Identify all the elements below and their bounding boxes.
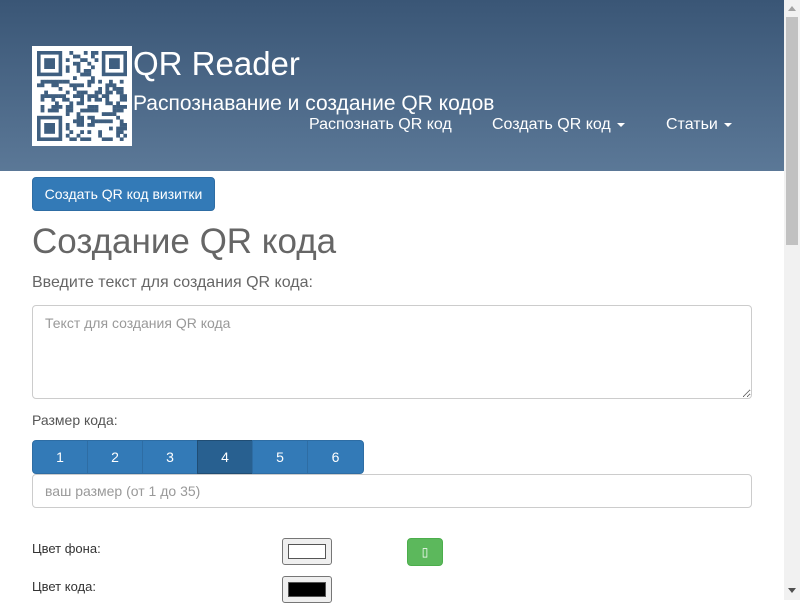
size-label: Размер кода:	[32, 412, 118, 428]
size-button-4[interactable]: 4	[197, 440, 253, 474]
qr-text-label: Введите текст для создания QR кода:	[32, 274, 313, 291]
size-button-5[interactable]: 5	[252, 440, 308, 474]
nav-articles-dropdown[interactable]: Статьи	[666, 115, 732, 135]
nav-articles-label: Статьи	[666, 116, 718, 133]
page-scrollbar[interactable]	[784, 0, 800, 600]
size-button-6[interactable]: 6	[307, 440, 364, 474]
bg-color-swatch	[288, 544, 326, 559]
size-button-1[interactable]: 1	[32, 440, 88, 474]
site-subtitle: Распознавание и создание QR кодов	[133, 92, 495, 115]
scrollbar-thumb[interactable]	[786, 17, 798, 245]
nav-recognize-qr[interactable]: Распознать QR код	[309, 115, 452, 135]
custom-size-input[interactable]	[32, 474, 752, 508]
scroll-up-arrow-icon[interactable]	[788, 6, 796, 11]
nav-create-qr-dropdown[interactable]: Создать QR код	[492, 115, 625, 135]
scroll-down-arrow-icon[interactable]	[788, 588, 796, 593]
apply-color-button[interactable]: ▯	[407, 538, 443, 566]
site-title[interactable]: QR Reader	[133, 44, 300, 84]
qr-text-input[interactable]	[32, 305, 752, 399]
nav-recognize-label: Распознать QR код	[309, 116, 452, 133]
size-button-3[interactable]: 3	[142, 440, 198, 474]
create-vcard-qr-button[interactable]: Создать QR код визитки	[32, 177, 215, 211]
size-button-2[interactable]: 2	[87, 440, 143, 474]
code-color-swatch	[288, 582, 326, 597]
size-button-group: 1 2 3 4 5 6	[32, 440, 364, 474]
code-color-label: Цвет кода:	[32, 579, 96, 594]
caret-down-icon	[616, 122, 625, 127]
code-color-picker[interactable]	[282, 576, 332, 603]
qr-code-icon[interactable]	[32, 46, 132, 146]
site-header: QR Reader Распознавание и создание QR ко…	[0, 0, 784, 171]
bg-color-label: Цвет фона:	[32, 541, 101, 556]
page-title: Создание QR кода	[32, 222, 337, 261]
caret-down-icon	[723, 122, 732, 127]
nav-create-label: Создать QR код	[492, 116, 611, 133]
bg-color-picker[interactable]	[282, 538, 332, 565]
